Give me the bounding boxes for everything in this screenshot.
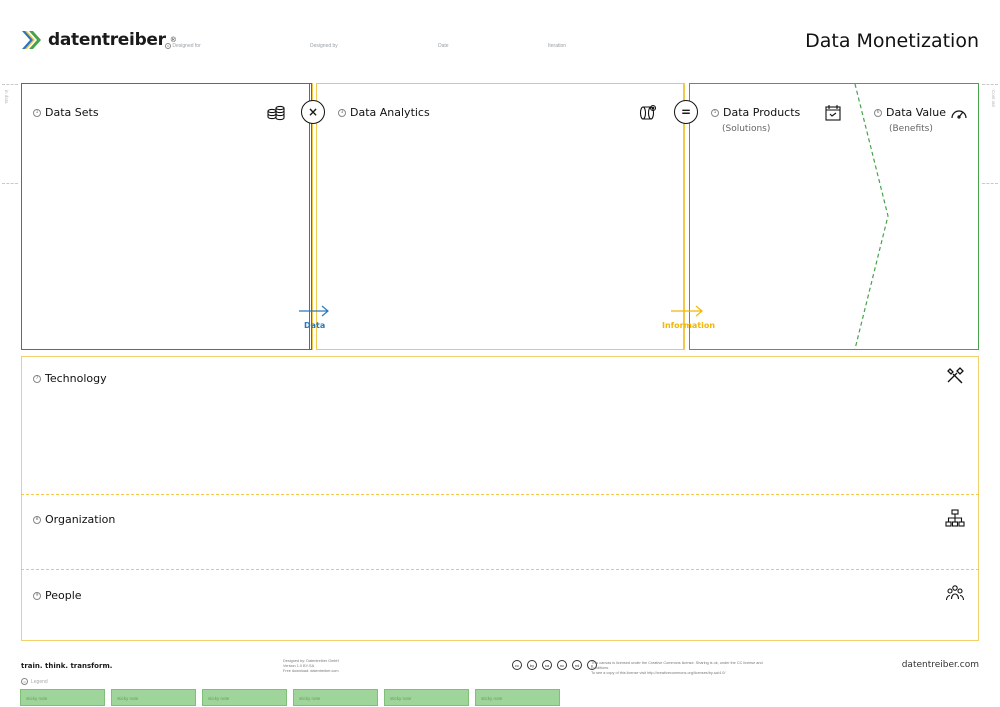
technology-organization-divider (21, 494, 979, 495)
data-sets-title: Data Sets (45, 106, 99, 119)
footer-url-link[interactable]: datentreiber.com (902, 660, 979, 670)
license-line: This canvas is licensed under the Creati… (591, 661, 763, 670)
right-side-tab-label: Cost out (991, 90, 996, 107)
footer-tagline: train. think. transform. (21, 662, 113, 670)
org-chart-icon (945, 509, 965, 527)
data-analytics-num: 3 (338, 108, 346, 117)
legend-sticky-note[interactable]: sticky note (293, 689, 378, 706)
data-products-num: 5 (711, 108, 719, 117)
cc-by-icon: by (527, 660, 537, 670)
legend-num: ⊙ (21, 678, 28, 685)
cylinder-gear-icon (639, 104, 657, 120)
page-title: Data Monetization (805, 30, 979, 52)
people-num: 9 (33, 591, 41, 600)
data-value-title: Data Value (886, 106, 946, 119)
legend-heading: ⊙ Legend (21, 678, 48, 685)
data-products-subtitle: (Solutions) (722, 124, 771, 134)
data-analytics-title: Data Analytics (350, 106, 430, 119)
cc-nd-icon: nd (572, 660, 582, 670)
data-sets-num: 1 (33, 108, 41, 117)
technology-title: Technology (45, 372, 107, 385)
meta-designed-by[interactable]: Designed by (310, 43, 338, 49)
meta-designed-for[interactable]: ⊙ Designed for (165, 43, 201, 49)
organization-people-divider (21, 569, 979, 570)
data-products-title: Data Products (723, 106, 801, 119)
footer-license-text: This canvas is licensed under the Creati… (591, 661, 781, 676)
meta-designed-for-label: Designed for (172, 43, 201, 49)
equals-operator: = (674, 100, 698, 124)
data-value-num: 6 (874, 108, 882, 117)
legend-sticky-note[interactable]: sticky note (475, 689, 560, 706)
brand-name: datentreiber (48, 30, 166, 50)
meta-num: ⊙ (165, 43, 171, 49)
data-products-heading: 5 Data Products (711, 106, 800, 119)
technology-heading: 7 Technology (33, 372, 107, 385)
calendar-product-icon (825, 105, 841, 121)
cc-nc-icon: nc (557, 660, 567, 670)
information-flow-arrow-icon (671, 305, 703, 317)
technology-num: 7 (33, 374, 41, 383)
legend-sticky-note[interactable]: sticky note (111, 689, 196, 706)
data-value-heading: 6 Data Value (874, 106, 946, 119)
cc-icon: cc (512, 660, 522, 670)
organization-title: Organization (45, 513, 116, 526)
footer-designer-line[interactable]: Free download: datentreiber.com (283, 669, 339, 674)
organization-heading: 8 Organization (33, 513, 115, 526)
license-line[interactable]: To see a copy of this license visit http… (591, 671, 781, 676)
multiply-operator: × (301, 100, 325, 124)
cc-license-icons: cc by sa nc nd c (512, 660, 597, 670)
data-analytics-heading: 3 Data Analytics (338, 106, 430, 119)
people-group-icon (945, 585, 965, 601)
footer-designer-info: Designed by: Datentreiber GmbH Version 1… (283, 659, 339, 674)
cc-sa-icon: sa (542, 660, 552, 670)
enablers-block[interactable] (21, 356, 979, 641)
organization-num: 8 (33, 515, 41, 524)
coins-stack-icon (267, 105, 285, 121)
meta-iteration[interactable]: Iteration (548, 43, 566, 49)
data-flow-label: Data (304, 321, 326, 330)
people-heading: 9 People (33, 589, 82, 602)
legend-sticky-note[interactable]: sticky note (384, 689, 469, 706)
data-sets-block[interactable] (21, 83, 312, 350)
speedometer-icon (951, 110, 967, 119)
legend-sticky-note[interactable]: sticky note (202, 689, 287, 706)
legend-label: Legend (31, 678, 48, 685)
data-value-subtitle: (Benefits) (889, 124, 933, 134)
legend-sticky-notes: sticky note sticky note sticky note stic… (20, 689, 560, 706)
data-analytics-block[interactable] (316, 83, 685, 350)
tools-icon (947, 367, 964, 384)
datentreiber-logo-icon (22, 31, 41, 49)
left-side-tab-label: in data (4, 90, 9, 104)
legend-sticky-note[interactable]: sticky note (20, 689, 105, 706)
data-sets-heading: 1 Data Sets (33, 106, 99, 119)
people-title: People (45, 589, 82, 602)
brand-logo: datentreiber ® (20, 28, 176, 52)
meta-date[interactable]: Date (438, 43, 449, 49)
information-flow-label: Information (662, 321, 716, 330)
data-flow-arrow-icon (299, 305, 329, 317)
